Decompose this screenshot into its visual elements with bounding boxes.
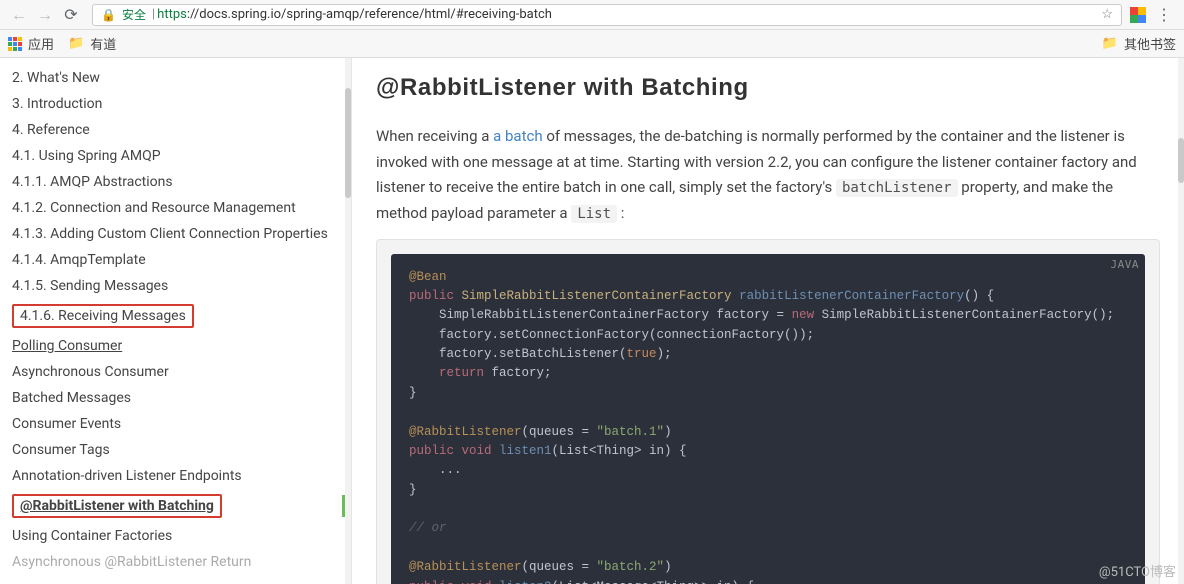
toc-item[interactable]: 4.1.2. Connection and Resource Managemen… [6, 196, 351, 220]
toc-item-label: Consumer Events [12, 416, 121, 432]
code-block[interactable]: @Bean public SimpleRabbitListenerContain… [391, 254, 1145, 584]
url-separator: | [152, 7, 155, 22]
bookmark-folder-1[interactable]: 有道 [90, 34, 116, 53]
toc-item[interactable]: 4.1.4. AmqpTemplate [6, 248, 351, 272]
url-path: ://docs.spring.io/spring-amqp/reference/… [187, 7, 552, 22]
sidebar-scrollbar-thumb[interactable] [345, 88, 351, 198]
toc-item[interactable]: 2. What's New [6, 66, 351, 90]
toc-item-label: Consumer Tags [12, 442, 110, 458]
code-language-badge: JAVA [1111, 258, 1140, 271]
toc-item-label: 4.1.1. AMQP Abstractions [12, 174, 173, 190]
watermark: @51CTO博客 [1099, 561, 1176, 580]
other-bookmarks[interactable]: 其他书签 [1124, 34, 1176, 53]
toc-item-label: 4. Reference [12, 122, 90, 138]
bookmark-star-icon[interactable]: ☆ [1101, 7, 1113, 22]
toc-item[interactable]: Annotation-driven Listener Endpoints [6, 464, 351, 488]
toc-item[interactable]: 4.1.1. AMQP Abstractions [6, 170, 351, 194]
toc-sidebar: 2. What's New 3. Introduction 4. Reference… [0, 58, 352, 584]
main-scrollbar-track[interactable] [1178, 58, 1184, 584]
toc-item-label: 2. What's New [12, 70, 100, 86]
toc-item[interactable]: 4.1.3. Adding Custom Client Connection P… [6, 222, 351, 246]
toc-item[interactable]: 4.1. Using Spring AMQP [6, 144, 351, 168]
url-scheme: https [157, 7, 187, 22]
folder-icon: 📁 [1102, 36, 1118, 51]
toc-item-label: 3. Introduction [12, 96, 102, 112]
toc-item[interactable]: Polling Consumer [6, 334, 351, 358]
a-batch-link[interactable]: a batch [493, 127, 542, 145]
lock-icon: 🔒 [101, 8, 116, 22]
main-content: @RabbitListener with Batching When recei… [352, 58, 1184, 584]
bookmarks-bar: 应用 📁 有道 📁 其他书签 [0, 30, 1184, 58]
toc-item[interactable]: 4. Reference [6, 118, 351, 142]
toc-item[interactable]: 4.1.6. Receiving Messages [6, 300, 351, 332]
toc-item-label: Using Container Factories [12, 528, 172, 544]
intro-paragraph: When receiving a a batch of messages, th… [376, 124, 1160, 227]
secure-label: 安全 [122, 6, 146, 23]
inline-code-list: List [571, 205, 617, 223]
toc-item-label: 4.1.2. Connection and Resource Managemen… [12, 200, 296, 216]
apps-icon[interactable] [8, 37, 22, 51]
toc-item-label: 4.1.4. AmqpTemplate [12, 252, 146, 268]
toc-item[interactable]: Using Container Factories [6, 524, 351, 548]
extension-icon[interactable] [1130, 7, 1146, 23]
toc-item[interactable]: 3. Introduction [6, 92, 351, 116]
section-title: @RabbitListener with Batching [376, 74, 1160, 102]
text: When receiving a [376, 127, 493, 145]
toc-item[interactable]: Batched Messages [6, 386, 351, 410]
main-scrollbar-thumb[interactable] [1178, 138, 1184, 183]
inline-code-batchlistener: batchListener [836, 179, 958, 197]
address-bar[interactable]: 🔒 安全 | https://docs.spring.io/spring-amq… [92, 4, 1122, 26]
toc-item-label: Annotation-driven Listener Endpoints [12, 468, 242, 484]
reload-button[interactable]: ⟳ [62, 5, 80, 24]
browser-menu-icon[interactable]: ⋮ [1156, 5, 1172, 24]
toc-item[interactable]: 4.1.5. Sending Messages [6, 274, 351, 298]
page-body: 2. What's New 3. Introduction 4. Reference… [0, 58, 1184, 584]
back-button[interactable]: ← [10, 5, 28, 25]
toc-item-label: 4.1.3. Adding Custom Client Connection P… [12, 226, 328, 242]
toc-item[interactable]: Asynchronous @RabbitListener Return [6, 550, 351, 574]
toc-item-label: @RabbitListener with Batching [12, 494, 222, 518]
toc-item[interactable]: @RabbitListener with Batching [6, 490, 351, 522]
toc-item[interactable]: Consumer Events [6, 412, 351, 436]
toc-item-label: 4.1.5. Sending Messages [12, 278, 168, 294]
text: : [617, 204, 624, 222]
toc-item-label: 4.1.6. Receiving Messages [12, 304, 194, 328]
toc-item-label: Batched Messages [12, 390, 131, 406]
toc-item-label: 4.1. Using Spring AMQP [12, 148, 161, 164]
toc-item[interactable]: Consumer Tags [6, 438, 351, 462]
toc-item[interactable]: Asynchronous Consumer [6, 360, 351, 384]
folder-icon: 📁 [68, 36, 84, 51]
toc-item-label: Asynchronous @RabbitListener Return [12, 554, 251, 570]
forward-button[interactable]: → [36, 5, 54, 25]
apps-label[interactable]: 应用 [28, 34, 54, 53]
toc-item-label: Asynchronous Consumer [12, 364, 169, 380]
code-block-wrapper: JAVA @Bean public SimpleRabbitListenerCo… [376, 239, 1160, 584]
toc-item-label: Polling Consumer [12, 338, 122, 354]
browser-toolbar: ← → ⟳ 🔒 安全 | https://docs.spring.io/spri… [0, 0, 1184, 30]
